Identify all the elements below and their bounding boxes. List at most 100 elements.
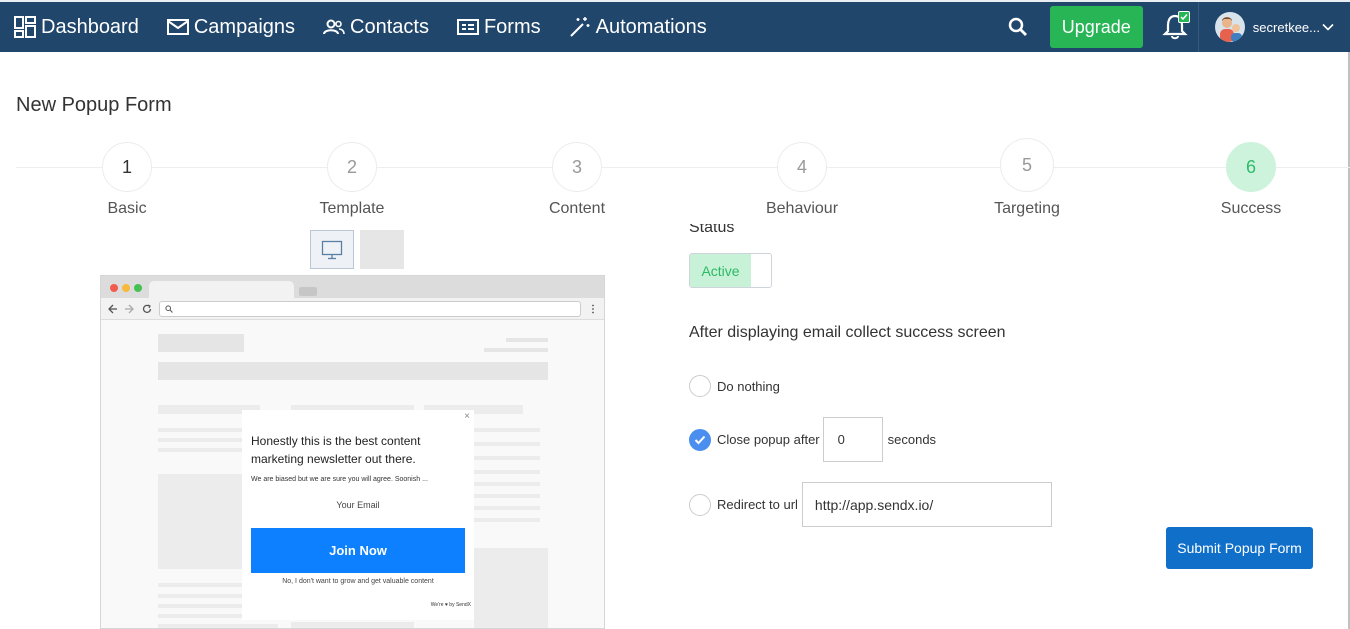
popup-decline-link: No, I don't want to grow and get valuabl… xyxy=(282,578,434,585)
step-number: 2 xyxy=(327,142,377,192)
notifications-button[interactable] xyxy=(1159,2,1199,52)
search-icon xyxy=(165,305,173,313)
username: secretkee... xyxy=(1252,19,1320,35)
nav-forms[interactable]: Forms xyxy=(456,2,541,52)
check-icon xyxy=(1180,14,1188,21)
skeleton-line xyxy=(474,494,540,498)
nav-dashboard-label: Dashboard xyxy=(41,15,139,38)
dashboard-icon xyxy=(14,16,36,38)
nav-dashboard[interactable]: Dashboard xyxy=(14,2,139,52)
browser-url-field xyxy=(159,301,581,317)
skeleton-image xyxy=(158,474,242,569)
popup-preview-browser: × Honestly this is the best content mark… xyxy=(100,275,605,629)
popup-close-icon: × xyxy=(464,411,470,422)
browser-new-tab xyxy=(299,287,317,296)
skeleton-line xyxy=(158,624,278,628)
option-redirect: Redirect to url xyxy=(689,482,1052,527)
nav-automations-label: Automations xyxy=(595,15,707,38)
step-number: 3 xyxy=(552,142,602,192)
top-nav: Dashboard Campaigns Contacts Forms Autom… xyxy=(0,0,1350,52)
close-popup-label: Close popup after xyxy=(717,432,820,447)
nav-campaigns[interactable]: Campaigns xyxy=(166,2,296,52)
browser-address-bar xyxy=(101,298,604,320)
do-nothing-radio[interactable] xyxy=(689,375,711,397)
desktop-icon xyxy=(321,240,343,259)
arrow-left-icon xyxy=(108,304,117,314)
status-toggle-value: Active xyxy=(690,254,751,287)
page-title: New Popup Form xyxy=(16,94,172,116)
close-seconds-input[interactable] xyxy=(822,417,883,462)
avatar-illustration-icon xyxy=(1219,17,1242,42)
step-number: 6 xyxy=(1226,142,1276,192)
step-behaviour[interactable]: 4 Behaviour xyxy=(752,142,852,218)
close-dot xyxy=(110,284,118,292)
check-icon xyxy=(694,435,706,444)
skeleton-line xyxy=(474,482,540,486)
nav-contacts-label: Contacts xyxy=(350,15,429,38)
option-close-popup: Close popup after seconds xyxy=(689,417,936,462)
chevron-down-icon xyxy=(1322,23,1334,31)
popup-headline: Honestly this is the best content market… xyxy=(251,434,421,466)
status-toggle[interactable]: Active xyxy=(689,253,772,288)
maximize-dot xyxy=(134,284,142,292)
stepper-line xyxy=(16,167,1350,168)
skeleton-line xyxy=(158,438,242,442)
popup-join-button: Join Now xyxy=(251,528,465,573)
skeleton-line xyxy=(474,518,540,522)
user-menu[interactable]: secretkee... xyxy=(1214,12,1334,42)
skeleton-line xyxy=(158,428,242,432)
popup-branding: We're ♥ by SendX xyxy=(430,602,471,608)
submit-popup-form-button[interactable]: Submit Popup Form xyxy=(1166,527,1313,569)
step-label: Targeting xyxy=(994,200,1060,217)
option-do-nothing: Do nothing xyxy=(689,375,780,397)
skeleton-line xyxy=(474,506,540,510)
reload-icon xyxy=(142,304,152,313)
desktop-preview-button[interactable] xyxy=(310,230,354,269)
step-label: Behaviour xyxy=(765,200,839,217)
redirect-radio[interactable] xyxy=(689,493,711,516)
step-template[interactable]: 2 Template xyxy=(302,142,402,218)
step-label: Template xyxy=(319,200,385,217)
browser-tab-bar xyxy=(101,276,604,298)
after-success-heading: After displaying email collect success s… xyxy=(689,324,1006,341)
step-basic[interactable]: 1 Basic xyxy=(77,142,177,218)
nav-contacts[interactable]: Contacts xyxy=(323,2,429,52)
minimize-dot xyxy=(122,284,130,292)
skeleton-line xyxy=(474,456,540,460)
skeleton-line xyxy=(484,348,548,352)
browser-tab xyxy=(149,281,294,298)
skeleton-image xyxy=(474,548,548,628)
popup-form-preview: × Honestly this is the best content mark… xyxy=(242,410,474,620)
more-vertical-icon xyxy=(592,304,594,314)
seconds-label: seconds xyxy=(887,432,937,447)
popup-email-placeholder: Your Email xyxy=(336,500,380,510)
step-success[interactable]: 6 Success xyxy=(1201,142,1301,218)
form-icon xyxy=(456,19,479,35)
nav-right: Upgrade secretkee... xyxy=(998,2,1350,52)
skeleton-logo xyxy=(158,334,244,352)
step-label: Content xyxy=(548,200,606,217)
users-icon xyxy=(323,19,345,35)
mobile-preview-button[interactable] xyxy=(360,230,404,269)
skeleton-menu-bar xyxy=(158,362,548,380)
skeleton-line xyxy=(158,448,242,452)
search-button[interactable] xyxy=(998,7,1038,47)
step-content[interactable]: 3 Content xyxy=(527,142,627,218)
skeleton-line xyxy=(506,338,548,342)
redirect-url-input[interactable] xyxy=(801,482,1052,527)
step-label: Basic xyxy=(107,200,147,217)
popup-subtext: We are biased but we are sure you will a… xyxy=(251,476,428,483)
skeleton-line xyxy=(474,442,540,446)
avatar xyxy=(1214,12,1245,42)
step-number: 4 xyxy=(777,142,827,192)
close-popup-radio[interactable] xyxy=(689,428,711,451)
upgrade-button[interactable]: Upgrade xyxy=(1049,6,1143,48)
search-icon xyxy=(1008,17,1027,36)
nav-campaigns-label: Campaigns xyxy=(193,15,296,38)
arrow-right-icon xyxy=(125,304,134,314)
step-number: 1 xyxy=(102,142,152,192)
nav-automations[interactable]: Automations xyxy=(569,2,707,52)
skeleton-line xyxy=(474,470,540,474)
magic-wand-icon xyxy=(569,17,590,37)
step-targeting[interactable]: 5 Targeting xyxy=(977,138,1077,218)
